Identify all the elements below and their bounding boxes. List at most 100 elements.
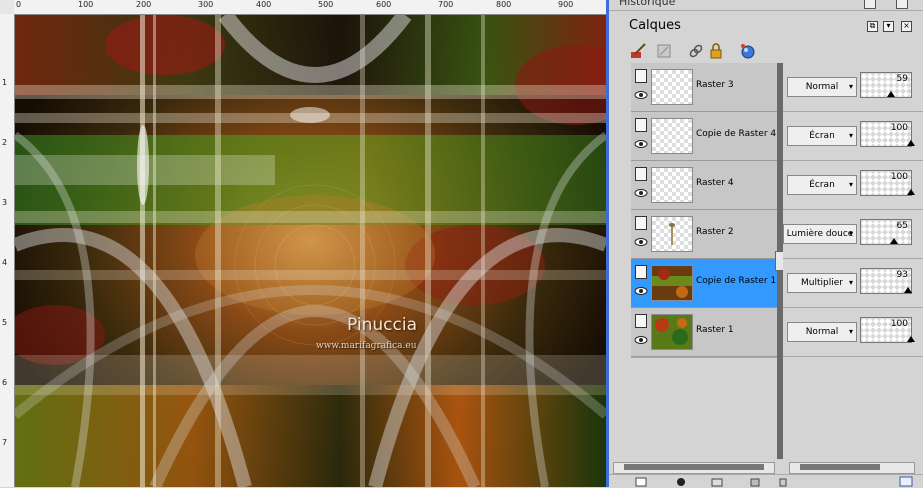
opacity-slider[interactable]: 100 <box>860 317 915 343</box>
eye-icon[interactable] <box>634 138 648 150</box>
watermark-name: Pinuccia <box>347 315 417 335</box>
layer-thumbnail <box>651 69 693 105</box>
layer-mask-icon <box>635 167 647 181</box>
eye-icon[interactable] <box>634 334 648 346</box>
ruler-label: 400 <box>256 0 272 9</box>
layers-panel-close-button[interactable]: × <box>901 21 912 32</box>
eye-icon[interactable] <box>634 89 648 101</box>
history-restore-button[interactable] <box>864 0 876 9</box>
blend-mode-select[interactable]: Lumière douce ▾ <box>783 224 857 244</box>
blend-mode-label: Multiplier <box>801 278 843 288</box>
panel-menu-icon[interactable] <box>899 476 913 487</box>
eye-icon[interactable] <box>634 285 648 297</box>
ruler-label: 100 <box>78 0 94 9</box>
mask-icon[interactable] <box>675 477 687 487</box>
group-icon[interactable] <box>711 477 723 487</box>
layer-properties: Normal ▾ 59 Écran ▾ 100 Écran ▾ 100 Lumière… <box>783 63 923 459</box>
blend-mode-select[interactable]: Écran ▾ <box>787 175 857 195</box>
dropdown-arrow-icon: ▾ <box>848 327 853 336</box>
hscroll-thumb[interactable] <box>800 464 880 470</box>
opacity-slider[interactable]: 59 <box>860 72 912 98</box>
blend-mode-label: Normal <box>805 327 839 337</box>
opacity-marker-icon[interactable] <box>907 140 915 146</box>
opacity-slider[interactable]: 100 <box>860 170 915 196</box>
blend-mode-select[interactable]: Multiplier ▾ <box>787 273 857 293</box>
ruler-label: 700 <box>438 0 454 9</box>
layer-style-icon[interactable] <box>655 42 673 60</box>
layer-props-row: Multiplier ▾ 93 <box>783 259 923 308</box>
layer-row-raster-2[interactable]: Raster 2 <box>631 210 777 259</box>
orb-icon[interactable] <box>739 42 757 60</box>
opacity-marker-icon[interactable] <box>904 287 912 293</box>
layer-name: Raster 1 <box>696 325 734 335</box>
ruler-label: 2 <box>2 138 8 147</box>
lock-icon[interactable] <box>707 42 725 60</box>
layers-bottom-toolbar <box>609 474 923 488</box>
history-panel-bar[interactable]: Historique <box>609 0 923 11</box>
layer-thumbnail <box>651 167 693 203</box>
ruler-label: 600 <box>376 0 392 9</box>
layer-mask-icon <box>635 216 647 230</box>
trash-icon[interactable] <box>777 477 789 487</box>
layers-panel-pin-icon[interactable]: ▾ <box>883 21 894 32</box>
layers-panel-float-button[interactable]: ⧉ <box>867 21 878 32</box>
dropdown-arrow-icon: ▾ <box>848 229 853 238</box>
opacity-marker-icon[interactable] <box>907 336 915 342</box>
brush-icon[interactable] <box>629 42 647 60</box>
layer-mask-icon <box>635 118 647 132</box>
opacity-marker-icon[interactable] <box>890 238 898 244</box>
blend-mode-label: Écran <box>809 131 835 141</box>
layers-toolbar <box>629 40 919 62</box>
artwork-image[interactable]: Pinuccia www.marifagrafica.eu <box>15 15 606 487</box>
layer-name: Copie de Raster 4 <box>696 129 777 139</box>
opacity-slider[interactable]: 65 <box>860 219 912 245</box>
ruler-label: 5 <box>2 318 8 327</box>
layer-row-raster-4[interactable]: Raster 4 <box>631 161 777 210</box>
blend-mode-select[interactable]: Normal ▾ <box>787 322 857 342</box>
ruler-label: 900 <box>558 0 574 9</box>
layer-thumbnail <box>651 118 693 154</box>
history-panel-title: Historique <box>619 0 676 8</box>
history-close-button[interactable] <box>896 0 908 9</box>
layer-mask-icon <box>635 314 647 328</box>
ruler-label: 0 <box>16 0 22 9</box>
dropdown-arrow-icon: ▾ <box>848 278 853 287</box>
watermark-url: www.marifagrafica.eu <box>316 341 417 351</box>
opacity-value: 100 <box>890 319 908 329</box>
layer-name: Copie de Raster 1 <box>696 276 777 286</box>
new-layer-icon[interactable] <box>635 477 647 487</box>
props-hscroll[interactable] <box>789 462 915 474</box>
layer-row-raster-3[interactable]: Raster 3 <box>631 63 777 112</box>
layer-props-row: Lumière douce ▾ 65 <box>783 210 923 259</box>
layer-row-copie-de-raster-1[interactable]: Copie de Raster 1 <box>631 259 777 308</box>
layers-hscroll[interactable] <box>613 462 775 474</box>
blend-mode-select[interactable]: Normal ▾ <box>787 77 857 97</box>
opacity-value: 65 <box>896 221 908 231</box>
layer-props-row: Normal ▾ 59 <box>783 63 923 112</box>
layer-name: Raster 2 <box>696 227 734 237</box>
layer-thumbnail <box>651 265 693 301</box>
ruler-label: 800 <box>496 0 512 9</box>
layers-list: Raster 3 Copie de Raster 4 Raster 4 Rast… <box>631 63 777 358</box>
ruler-label: 7 <box>2 438 8 447</box>
ruler-horizontal: 0 100 200 300 400 500 600 700 800 900 <box>14 0 609 15</box>
link-icon[interactable] <box>687 42 705 60</box>
opacity-slider[interactable]: 100 <box>860 121 915 147</box>
opacity-marker-icon[interactable] <box>907 189 915 195</box>
layer-row-copie-de-raster-4[interactable]: Copie de Raster 4 <box>631 112 777 161</box>
canvas-area[interactable]: 0 100 200 300 400 500 600 700 800 900 1 … <box>0 0 609 487</box>
layer-name: Raster 3 <box>696 80 734 90</box>
opacity-slider[interactable]: 93 <box>860 268 912 294</box>
ruler-label: 300 <box>198 0 214 9</box>
adjust-icon[interactable] <box>749 477 761 487</box>
eye-icon[interactable] <box>634 236 648 248</box>
opacity-value: 93 <box>896 270 908 280</box>
hscroll-thumb[interactable] <box>624 464 764 470</box>
layer-mask-icon <box>635 69 647 83</box>
opacity-marker-icon[interactable] <box>887 91 895 97</box>
dropdown-arrow-icon: ▾ <box>848 180 853 189</box>
layer-row-raster-1[interactable]: Raster 1 <box>631 308 777 357</box>
opacity-value: 100 <box>890 123 908 133</box>
blend-mode-select[interactable]: Écran ▾ <box>787 126 857 146</box>
eye-icon[interactable] <box>634 187 648 199</box>
